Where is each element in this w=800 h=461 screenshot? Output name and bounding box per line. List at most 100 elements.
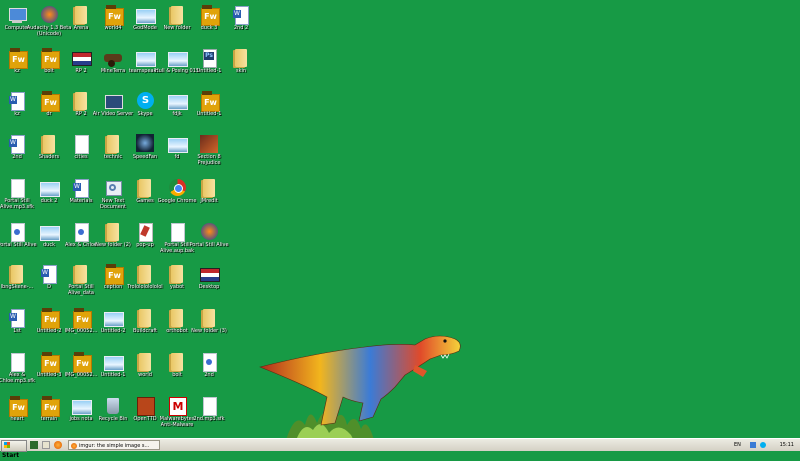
start-button[interactable]: Start bbox=[1, 440, 27, 459]
desktop-icon[interactable]: GodMode bbox=[128, 3, 162, 45]
desktop-icon[interactable]: Portal Still Alive bbox=[189, 220, 229, 262]
explorer-icon[interactable] bbox=[42, 441, 50, 449]
desktop-icon[interactable]: New folder bbox=[160, 3, 194, 45]
desktop-icon[interactable]: Wkz bbox=[0, 89, 34, 131]
desktop-icon[interactable]: duck 2 bbox=[32, 176, 66, 218]
cannon-icon bbox=[104, 48, 122, 68]
desktop-icon[interactable]: bolt bbox=[160, 350, 194, 392]
desktop-icon[interactable]: lbngSkene-... bbox=[0, 262, 34, 304]
desktop-icon[interactable]: Fw world4 bbox=[96, 3, 130, 45]
folder-icon bbox=[136, 308, 154, 328]
clock[interactable]: 15:11 bbox=[780, 440, 794, 450]
desktop-icon[interactable]: SpeedFan bbox=[128, 132, 162, 174]
desktop-icon[interactable]: Recycle Bin bbox=[96, 394, 130, 436]
desktop-icon[interactable]: Fw Untitled-1 bbox=[192, 89, 226, 131]
desktop-icon[interactable]: Shaders bbox=[32, 132, 66, 174]
desktop-icon[interactable]: duck bbox=[32, 220, 66, 262]
desktop-icon[interactable]: Trololololololol bbox=[127, 262, 163, 304]
desktop-icon[interactable]: Fw heart bbox=[0, 394, 34, 436]
desktop-icon[interactable]: jobs nota bbox=[64, 394, 98, 436]
desktop-icon[interactable]: Untitled-2 bbox=[96, 306, 130, 348]
desktop-icon[interactable]: JMredit bbox=[192, 176, 226, 218]
desktop-icon[interactable]: Google Chrome bbox=[158, 176, 196, 218]
desktop-icon[interactable]: Fw dr bbox=[32, 89, 66, 131]
desktop-icon[interactable]: Computer bbox=[0, 3, 34, 45]
desktop-icon[interactable]: cities bbox=[64, 132, 98, 174]
desktop-icon-label: Portal Still Alive bbox=[189, 242, 229, 248]
show-desktop-icon[interactable] bbox=[30, 441, 38, 449]
skype-icon: S bbox=[136, 91, 154, 111]
desktop-icon[interactable]: Fw IMG_00052... bbox=[64, 306, 98, 348]
desktop-icon[interactable]: 2nd.mp3.sfk bbox=[192, 394, 226, 436]
desktop-icon[interactable]: 2nd bbox=[192, 350, 226, 392]
system-tray: EN 15:11 bbox=[730, 440, 800, 450]
desktop-icon[interactable]: teamspeak... bbox=[128, 46, 162, 88]
desktop-icon[interactable]: M Malwarebytes Anti-Malware bbox=[160, 394, 194, 436]
desktop-icon[interactable]: New folder (2) bbox=[95, 220, 131, 262]
language-indicator[interactable]: EN bbox=[734, 440, 741, 450]
desktop-icon[interactable]: Hull & Posing 015 bbox=[155, 46, 199, 88]
desktop-icon[interactable]: Alex & Chloe.mp3.sfk bbox=[0, 350, 35, 392]
firefox-quicklaunch-icon[interactable] bbox=[54, 441, 62, 449]
desktop-icon[interactable]: W Materials bbox=[64, 176, 98, 218]
desktop-icon[interactable]: Buildcraft bbox=[128, 306, 162, 348]
desktop-icon[interactable]: Fw Untitled-3 bbox=[32, 350, 66, 392]
desktop-icon[interactable]: Alex & Chloe bbox=[64, 220, 98, 262]
folder-icon bbox=[168, 5, 186, 25]
desktop-icon[interactable]: technic bbox=[96, 132, 130, 174]
desktop-icon[interactable]: WD bbox=[32, 262, 66, 304]
folder-icon bbox=[72, 264, 90, 284]
desktop-icon[interactable]: Fw IMG_00052... bbox=[64, 350, 98, 392]
desktop-icon[interactable]: Fw terrain bbox=[32, 394, 66, 436]
desktop-icon[interactable]: skin bbox=[224, 46, 258, 88]
desktop-icon[interactable]: pop-up bbox=[128, 220, 162, 262]
folder-icon bbox=[72, 5, 90, 25]
desktop-icon[interactable]: W 1st bbox=[0, 306, 34, 348]
desktop-icon[interactable]: Portal Still Alive.aup.bak bbox=[160, 220, 194, 262]
desktop-icon[interactable]: Fw bolt bbox=[32, 46, 66, 88]
desktop-icon[interactable]: RP 2 bbox=[64, 89, 98, 131]
desktop-icon[interactable]: Fw duck 3 bbox=[192, 3, 226, 45]
desktop-icon[interactable]: world bbox=[128, 350, 162, 392]
tv-icon bbox=[104, 91, 123, 111]
desktop-icon[interactable]: orthobot bbox=[160, 306, 194, 348]
fw-icon: Fw bbox=[200, 91, 220, 112]
desktop-icon[interactable]: OpenTTD bbox=[128, 394, 162, 436]
desktop-icon[interactable]: Untitled-1 bbox=[96, 350, 130, 392]
network-icon[interactable] bbox=[750, 442, 756, 448]
desktop-icon[interactable]: Fw Untitled-2 bbox=[32, 306, 66, 348]
desktop-icon[interactable]: fdjk bbox=[160, 89, 194, 131]
desktop-icon[interactable]: Fw ception bbox=[96, 262, 130, 304]
desktop-icon[interactable]: yabot bbox=[160, 262, 194, 304]
folder-icon bbox=[136, 178, 154, 198]
desktop-icon[interactable]: MineTerra bbox=[96, 46, 130, 88]
desktop-icon[interactable]: Air Video Server bbox=[93, 89, 133, 131]
word-icon: W bbox=[8, 91, 26, 111]
fw-icon: Fw bbox=[200, 5, 220, 26]
desktop-icon[interactable]: Games bbox=[128, 176, 162, 218]
desktop-icon[interactable]: New folder (3) bbox=[191, 306, 227, 348]
desktop-icon[interactable]: Desktop bbox=[192, 262, 226, 304]
recycle-icon bbox=[104, 396, 122, 416]
desktop-icon[interactable]: RP 2 bbox=[64, 46, 98, 88]
image-icon bbox=[40, 222, 60, 242]
desktop-icon[interactable]: Ps Untitled-1 bbox=[192, 46, 226, 88]
desktop-icon[interactable]: fd bbox=[160, 132, 194, 174]
desktop-icon[interactable]: Fw kz bbox=[0, 46, 34, 88]
desktop-icon[interactable]: Section 8 Prejudice bbox=[192, 132, 226, 174]
desktop-icon[interactable]: Audacity 1.3 Beta (Unicode) bbox=[27, 3, 71, 45]
desktop-icon[interactable]: S Skype bbox=[128, 89, 162, 131]
taskbar-window-button[interactable]: imgur: the simple image s... bbox=[68, 440, 160, 450]
desktop-icon[interactable]: Portal Still Alive.mp3.sfk bbox=[0, 176, 34, 218]
desktop-icon[interactable]: Portal Still Alive_data bbox=[64, 262, 98, 304]
mp3-icon bbox=[72, 222, 90, 242]
desktop-icon[interactable]: New Text Document bbox=[96, 176, 130, 218]
doc-icon bbox=[168, 222, 186, 242]
skype-tray-icon[interactable] bbox=[760, 442, 766, 448]
desktop-icon[interactable]: Portal Still Alive bbox=[0, 220, 37, 262]
desktop-icon[interactable]: W 2nd bbox=[0, 132, 34, 174]
chrome-icon bbox=[168, 178, 186, 198]
desktop-icon[interactable]: W 2nd 2 bbox=[224, 3, 258, 45]
openttd-icon bbox=[136, 396, 155, 416]
desktop-icon[interactable]: Arena bbox=[64, 3, 98, 45]
